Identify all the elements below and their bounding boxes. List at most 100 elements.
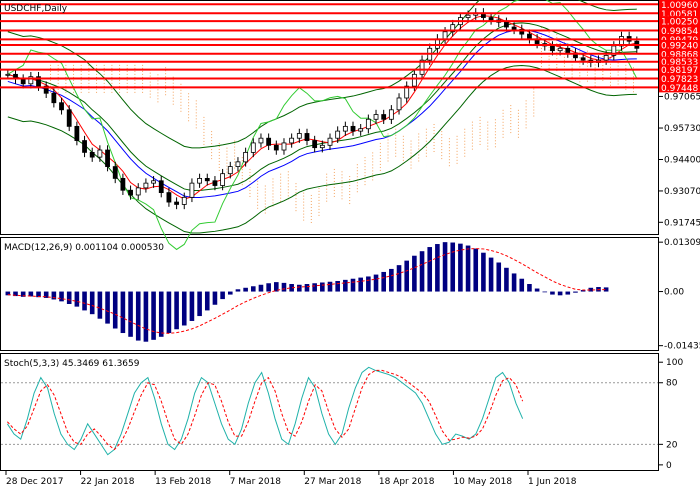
cloud-dot	[126, 88, 128, 90]
cloud-dot	[556, 43, 558, 45]
cloud-dot	[318, 214, 320, 216]
cloud-dot	[218, 169, 220, 171]
cloud-dot	[379, 145, 381, 147]
cloud-dot	[441, 140, 443, 142]
cloud-dot	[540, 42, 542, 44]
macd-bar	[404, 260, 410, 292]
cloud-dot	[203, 131, 205, 133]
macd-bar	[59, 291, 64, 302]
cloud-dot	[425, 155, 427, 157]
cloud-dot	[525, 118, 527, 120]
cloud-dot	[594, 85, 596, 87]
cloud-dot	[372, 173, 374, 175]
cloud-dot	[303, 201, 305, 203]
cloud-dot	[617, 65, 619, 67]
macd-tick-label: 0.00	[664, 288, 684, 298]
cloud-dot	[126, 82, 128, 84]
cloud-dot	[50, 70, 52, 72]
cloud-dot	[287, 174, 289, 176]
cloud-dot	[594, 79, 596, 81]
cloud-dot	[272, 199, 274, 201]
cloud-dot	[195, 124, 197, 126]
cloud-dot	[172, 97, 174, 99]
cloud-dot	[249, 171, 251, 173]
cloud-dot	[364, 181, 366, 183]
date-tick-label: 22 Jan 2018	[81, 477, 135, 487]
cloud-dot	[502, 115, 504, 117]
cloud-dot	[172, 100, 174, 102]
candle-body	[151, 180, 156, 184]
macd-bar	[297, 284, 302, 292]
cloud-dot	[333, 174, 335, 176]
cloud-dot	[149, 93, 151, 95]
cloud-dot	[395, 140, 397, 142]
cloud-dot	[295, 201, 297, 203]
cloud-dot	[464, 155, 466, 157]
cloud-dot	[65, 82, 67, 84]
stoch-tick-label: 80	[666, 379, 678, 389]
cloud-dot	[510, 111, 512, 113]
cloud-dot	[80, 88, 82, 90]
price-tick-label: 0.94400	[664, 155, 700, 165]
candle-body	[527, 33, 532, 40]
macd-bar	[258, 284, 264, 292]
cloud-dot	[571, 55, 573, 57]
cloud-dot	[556, 67, 558, 69]
cloud-dot	[471, 136, 473, 138]
cloud-dot	[195, 109, 197, 111]
cloud-dot	[65, 64, 67, 66]
macd-bar	[511, 273, 517, 292]
cloud-dot	[502, 133, 504, 135]
cloud-dot	[241, 169, 243, 171]
cloud-dot	[333, 171, 335, 173]
cloud-dot	[517, 118, 519, 120]
cloud-dot	[134, 73, 136, 75]
cloud-dot	[356, 185, 358, 187]
cloud-dot	[548, 31, 550, 33]
cloud-dot	[234, 152, 236, 154]
macd-bar	[442, 242, 448, 292]
cloud-dot	[364, 163, 366, 165]
candle-body	[197, 178, 203, 184]
cloud-dot	[525, 127, 527, 129]
cloud-dot	[471, 124, 473, 126]
cloud-dot	[494, 143, 496, 145]
cloud-dot	[510, 117, 512, 119]
cloud-dot	[441, 149, 443, 151]
macd-bar	[82, 291, 87, 311]
cloud-dot	[326, 197, 328, 199]
cloud-dot	[533, 91, 535, 93]
cloud-dot	[272, 193, 274, 195]
cloud-dot	[295, 186, 297, 188]
cloud-dot	[280, 176, 282, 178]
cloud-dot	[395, 137, 397, 139]
price-panel	[0, 0, 659, 235]
cloud-dot	[287, 171, 289, 173]
cloud-dot	[295, 204, 297, 206]
cloud-dot	[165, 76, 167, 78]
cloud-dot	[349, 176, 351, 178]
cloud-dot	[379, 151, 381, 153]
cloud-dot	[195, 106, 197, 108]
candle-body	[235, 161, 241, 167]
cloud-dot	[448, 150, 450, 152]
cloud-dot	[103, 79, 105, 81]
cloud-dot	[142, 70, 144, 72]
cloud-dot	[609, 75, 611, 77]
date-tick-label: 7 Mar 2018	[230, 477, 282, 487]
stoch-tick-label: 100	[666, 358, 683, 368]
cloud-dot	[479, 137, 481, 139]
cloud-dot	[632, 82, 634, 84]
cloud-dot	[533, 100, 535, 102]
cloud-dot	[326, 194, 328, 196]
macd-bar	[312, 283, 317, 292]
stoch-axis: 100 80 20 0	[658, 358, 683, 471]
cloud-dot	[218, 154, 220, 156]
cloud-dot	[579, 48, 581, 50]
macd-bar	[350, 278, 356, 292]
cloud-dot	[594, 82, 596, 84]
cloud-dot	[517, 127, 519, 129]
cloud-dot	[211, 140, 213, 142]
cloud-dot	[387, 151, 389, 153]
candle-body	[258, 137, 264, 144]
